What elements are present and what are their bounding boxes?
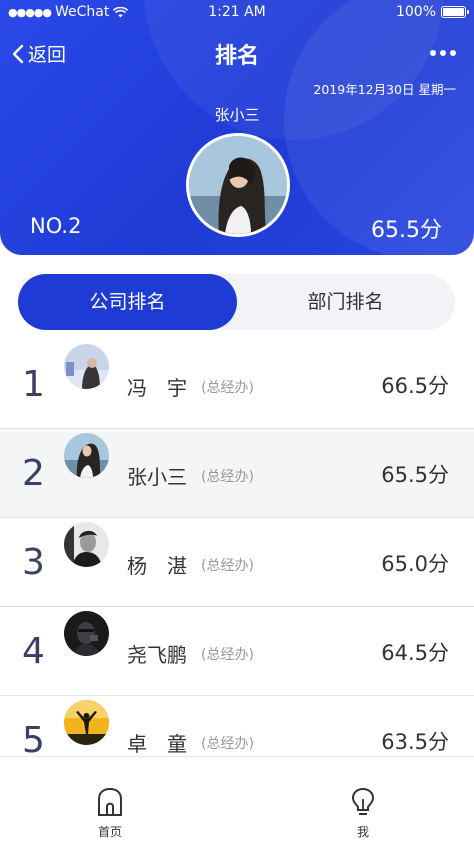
member-name: 冯 宇 [127,376,187,400]
more-dot-icon [430,50,436,56]
rank-number: 1 [22,364,45,405]
member-name: 卓 童 [127,732,187,756]
tab-me-label: 我 [356,825,369,839]
avatar [64,344,109,389]
member-score: 63.5分 [381,730,449,754]
bottom-tab-bar: 首页 我 [0,756,474,843]
user-name: 张小三 [214,106,260,124]
more-dot-icon [440,50,446,56]
avatar [64,433,109,478]
member-score: 66.5分 [381,374,449,398]
tab-home[interactable]: 首页 [80,787,140,840]
home-icon [98,787,122,816]
member-department: (总经办) [201,380,254,396]
rank-number: 3 [22,542,45,583]
status-bar: ●●●●● WeChat 1:21 AM 100% [0,0,474,26]
my-rank: NO.2 [30,214,82,238]
rank-number: 5 [22,720,45,761]
nav-bar: 返回 排名 [0,38,474,70]
more-button[interactable] [430,50,456,56]
ranking-list: 1 冯 宇 (总经办) 66.5分 2 张小三 (总经办) 65.5分 3 杨 … [0,340,474,785]
member-name: 张小三 [127,465,187,489]
member-score: 64.5分 [381,641,449,665]
ranking-row[interactable]: 2 张小三 (总经办) 65.5分 [0,429,474,518]
avatar-photo [189,136,287,234]
ranking-tabs: 公司排名 部门排名 [18,274,455,330]
ranking-row[interactable]: 4 尧飞鹏 (总经办) 64.5分 [0,607,474,696]
tab-me[interactable]: 我 [333,787,393,840]
profile-header: ●●●●● WeChat 1:21 AM 100% 返回 排名 2019年12月… [0,0,474,255]
date-label: 2019年12月30日 星期一 [313,82,456,97]
member-name: 杨 湛 [127,554,187,578]
ranking-row[interactable]: 3 杨 湛 (总经办) 65.0分 [0,518,474,607]
tab-company-ranking[interactable]: 公司排名 [18,274,237,330]
lightbulb-icon [351,787,375,815]
my-score: 65.5分 [371,218,442,243]
avatar [64,611,109,656]
member-department: (总经办) [201,558,254,574]
avatar [64,700,109,745]
avatar [64,522,109,567]
more-dot-icon [450,50,456,56]
ranking-row[interactable]: 1 冯 宇 (总经办) 66.5分 [0,340,474,429]
member-department: (总经办) [201,736,254,752]
battery-percent: 100% [395,4,436,20]
member-department: (总经办) [201,647,254,663]
tab-department-ranking[interactable]: 部门排名 [236,274,455,330]
page-title: 排名 [214,44,259,69]
rank-number: 2 [22,453,45,494]
tab-home-label: 首页 [97,825,122,839]
member-name: 尧飞鹏 [127,643,187,667]
rank-number: 4 [22,631,45,672]
user-avatar[interactable] [186,133,290,237]
battery-icon [441,6,469,18]
member-score: 65.5分 [381,463,449,487]
member-department: (总经办) [201,469,254,485]
member-score: 65.0分 [381,552,449,576]
